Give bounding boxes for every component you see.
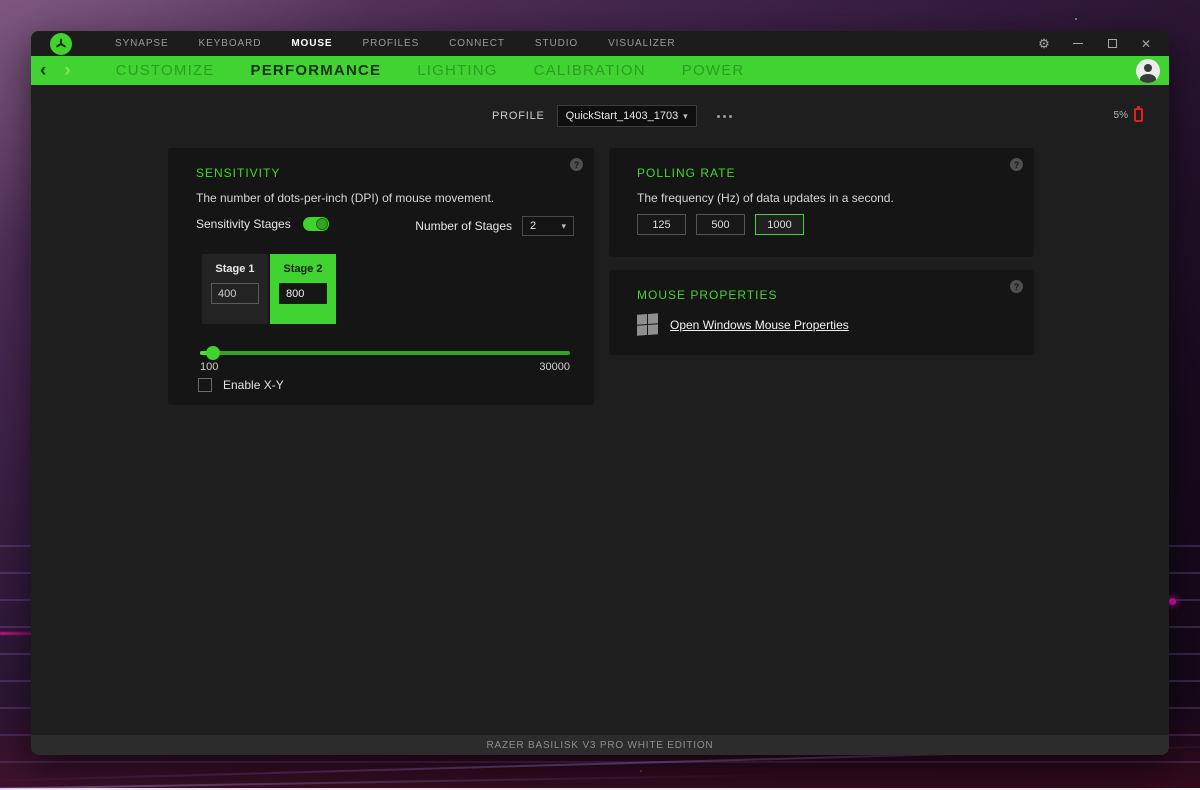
number-of-stages-row: Number of Stages 2 ▾: [415, 216, 574, 236]
wallpaper-star: [640, 770, 642, 772]
subnav-power[interactable]: POWER: [664, 56, 763, 85]
title-bar: SYNAPSE KEYBOARD MOUSE PROFILES CONNECT …: [31, 31, 1169, 56]
stage-2-card[interactable]: Stage 2 800: [270, 254, 336, 324]
tab-studio[interactable]: STUDIO: [520, 31, 593, 56]
enable-xy-checkbox[interactable]: [198, 378, 212, 392]
wallpaper-star: [1075, 18, 1077, 20]
stage-1-label: Stage 1: [215, 263, 254, 275]
slider-track[interactable]: [200, 351, 570, 355]
profile-dropdown-value: QuickStart_1403_1703: [566, 110, 679, 122]
nav-forward-icon[interactable]: ›: [55, 56, 79, 85]
stage-1-card[interactable]: Stage 1 400: [202, 254, 268, 324]
number-of-stages-value: 2: [530, 220, 557, 232]
help-icon[interactable]: ?: [1010, 280, 1023, 293]
dpi-slider[interactable]: [200, 346, 570, 360]
minimize-icon[interactable]: [1061, 31, 1095, 56]
sensitivity-title: SENSITIVITY: [196, 166, 280, 180]
battery-low-icon: [1134, 108, 1143, 122]
battery-percent: 5%: [1114, 110, 1128, 121]
polling-rate-options: 125 500 1000: [637, 214, 804, 235]
profile-more-icon[interactable]: [713, 111, 736, 122]
device-name: RAZER BASILISK V3 PRO WHITE EDITION: [487, 740, 714, 751]
profile-dropdown[interactable]: QuickStart_1403_1703 ▾: [557, 105, 697, 127]
polling-500-button[interactable]: 500: [696, 214, 745, 235]
toggle-knob: [316, 218, 328, 230]
polling-rate-panel: ? POLLING RATE The frequency (Hz) of dat…: [609, 148, 1034, 257]
profile-bar: PROFILE QuickStart_1403_1703 ▾ 5%: [31, 105, 1169, 129]
subnav-calibration[interactable]: CALIBRATION: [516, 56, 664, 85]
chevron-down-icon: ▾: [683, 111, 688, 122]
stage-2-dpi-input[interactable]: 800: [279, 283, 327, 304]
number-of-stages-dropdown[interactable]: 2 ▾: [522, 216, 574, 236]
wallpaper-dot: [1169, 598, 1176, 605]
enable-xy-row: Enable X-Y: [198, 378, 284, 392]
help-icon[interactable]: ?: [570, 158, 583, 171]
profile-group: PROFILE QuickStart_1403_1703 ▾: [492, 105, 736, 127]
help-icon[interactable]: ?: [1010, 158, 1023, 171]
window-controls: ⚙ ✕: [1027, 31, 1163, 56]
profile-label: PROFILE: [492, 110, 545, 122]
synapse-window: SYNAPSE KEYBOARD MOUSE PROFILES CONNECT …: [31, 31, 1169, 755]
close-icon[interactable]: ✕: [1129, 31, 1163, 56]
nav-back-icon[interactable]: ‹: [31, 56, 55, 85]
sensitivity-stages-label: Sensitivity Stages: [196, 217, 291, 231]
avatar-head: [1144, 64, 1152, 72]
tab-visualizer[interactable]: VISUALIZER: [593, 31, 690, 56]
stage-1-dpi-input[interactable]: 400: [211, 283, 259, 304]
slider-max-label: 30000: [539, 361, 570, 373]
polling-rate-description: The frequency (Hz) of data updates in a …: [637, 191, 894, 205]
sub-nav-bar: ‹ › CUSTOMIZE PERFORMANCE LIGHTING CALIB…: [31, 56, 1169, 85]
sensitivity-stages-row: Sensitivity Stages: [196, 217, 329, 231]
razer-logo-icon[interactable]: [50, 33, 72, 55]
app-tab-bar: SYNAPSE KEYBOARD MOUSE PROFILES CONNECT …: [100, 31, 690, 56]
tab-connect[interactable]: CONNECT: [434, 31, 520, 56]
settings-gear-icon[interactable]: ⚙: [1027, 31, 1061, 56]
tab-synapse[interactable]: SYNAPSE: [100, 31, 184, 56]
device-bar: RAZER BASILISK V3 PRO WHITE EDITION: [31, 735, 1169, 755]
windows-logo-icon: [637, 313, 658, 335]
user-avatar[interactable]: [1136, 59, 1160, 83]
tab-keyboard[interactable]: KEYBOARD: [184, 31, 277, 56]
sensitivity-stages-toggle[interactable]: [303, 217, 329, 231]
subnav-items: CUSTOMIZE PERFORMANCE LIGHTING CALIBRATI…: [98, 56, 763, 85]
tab-mouse[interactable]: MOUSE: [276, 31, 347, 56]
main-content: PROFILE QuickStart_1403_1703 ▾ 5% ? SENS…: [31, 85, 1169, 735]
mouse-properties-panel: ? MOUSE PROPERTIES Open Windows Mouse Pr…: [609, 270, 1034, 355]
maximize-icon[interactable]: [1095, 31, 1129, 56]
number-of-stages-label: Number of Stages: [415, 219, 512, 233]
open-mouse-properties-link[interactable]: Open Windows Mouse Properties: [670, 318, 849, 332]
polling-rate-title: POLLING RATE: [637, 166, 735, 180]
stage-2-label: Stage 2: [283, 263, 322, 275]
polling-125-button[interactable]: 125: [637, 214, 686, 235]
mouse-properties-title: MOUSE PROPERTIES: [637, 288, 777, 302]
battery-indicator: 5%: [1114, 108, 1143, 122]
avatar-body: [1140, 74, 1156, 83]
sensitivity-description: The number of dots-per-inch (DPI) of mou…: [196, 191, 494, 205]
enable-xy-label: Enable X-Y: [223, 378, 284, 392]
slider-min-label: 100: [200, 361, 218, 373]
tab-profiles[interactable]: PROFILES: [348, 31, 435, 56]
mouse-properties-row: Open Windows Mouse Properties: [637, 314, 849, 335]
subnav-customize[interactable]: CUSTOMIZE: [98, 56, 233, 85]
chevron-down-icon: ▾: [561, 221, 566, 232]
subnav-performance[interactable]: PERFORMANCE: [233, 56, 400, 85]
sensitivity-panel: ? SENSITIVITY The number of dots-per-inc…: [168, 148, 594, 405]
subnav-lighting[interactable]: LIGHTING: [399, 56, 515, 85]
slider-knob[interactable]: [206, 346, 220, 360]
polling-1000-button[interactable]: 1000: [755, 214, 804, 235]
